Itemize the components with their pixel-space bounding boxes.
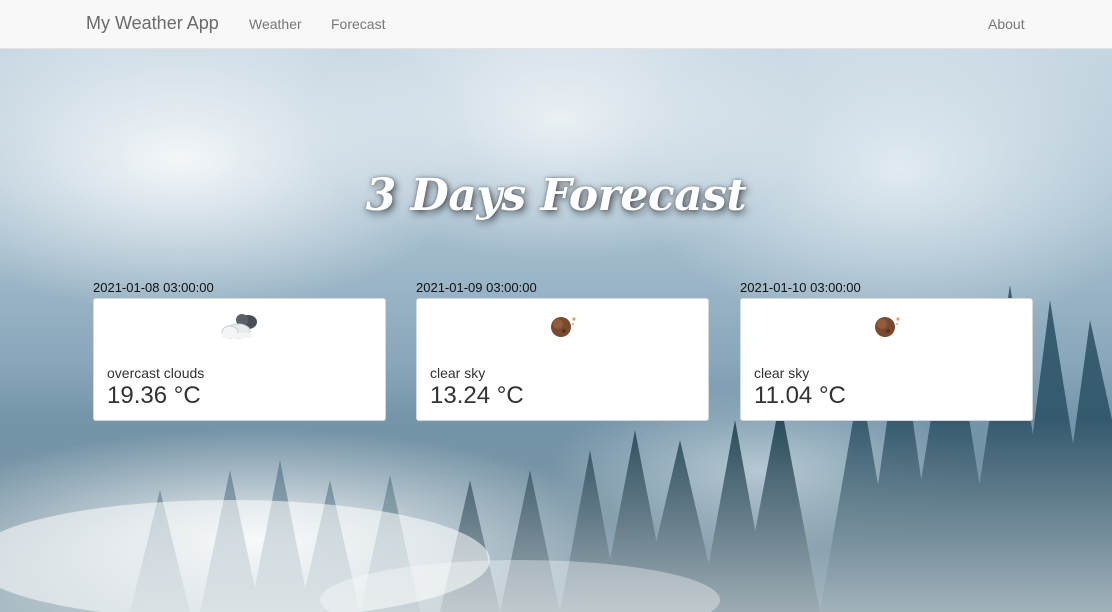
page-title: 3 Days Forecast	[365, 170, 747, 221]
forecast-date: 2021-01-10 03:00:00	[740, 280, 861, 295]
forecast-date: 2021-01-09 03:00:00	[416, 280, 537, 295]
forecast-day: 2021-01-08 03:00:00 overcast clouds 19.3…	[93, 279, 387, 421]
nav-link-weather[interactable]: Weather	[249, 16, 302, 32]
temperature-value: 11.04 °C	[754, 382, 846, 409]
forecast-day: 2021-01-10 03:00:00 clear sky 11.04 °C	[740, 279, 1034, 421]
nav-link-forecast[interactable]: Forecast	[331, 16, 385, 32]
forecast-card: clear sky 13.24 °C	[416, 298, 709, 421]
clear-sky-night-icon	[741, 311, 1032, 343]
weather-description: clear sky	[754, 365, 810, 381]
forecast-date: 2021-01-08 03:00:00	[93, 280, 214, 295]
brand-link[interactable]: My Weather App	[86, 13, 219, 34]
nav-link-about[interactable]: About	[988, 16, 1025, 32]
top-navbar: My Weather App Weather Forecast About	[0, 0, 1112, 49]
temperature-value: 19.36 °C	[107, 382, 201, 409]
forecast-card: clear sky 11.04 °C	[740, 298, 1033, 421]
forecast-card: overcast clouds 19.36 °C	[93, 298, 386, 421]
weather-description: clear sky	[430, 365, 486, 381]
temperature-value: 13.24 °C	[430, 382, 524, 409]
overcast-clouds-icon	[94, 311, 385, 343]
clear-sky-night-icon	[417, 311, 708, 343]
weather-description: overcast clouds	[107, 365, 205, 381]
forecast-day: 2021-01-09 03:00:00 clear sky 13.24 °C	[416, 279, 710, 421]
